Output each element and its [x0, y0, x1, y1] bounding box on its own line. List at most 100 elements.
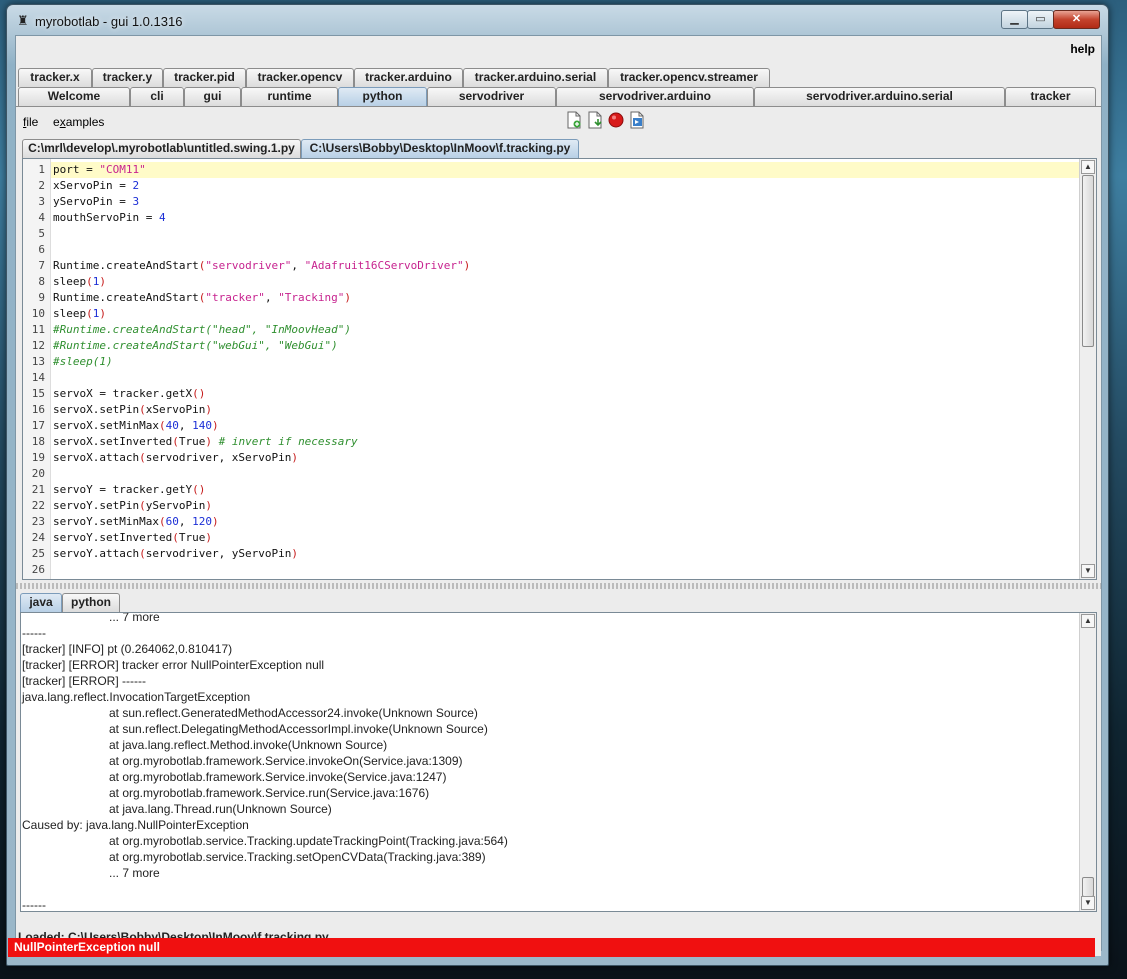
code-line: servoX.setPin(xServoPin)	[53, 403, 212, 416]
stop-icon[interactable]	[608, 111, 624, 129]
line-number: 13	[31, 355, 45, 368]
tab-tracker-opencv-streamer[interactable]: tracker.opencv.streamer	[608, 68, 770, 87]
tab-servodriver[interactable]: servodriver	[427, 87, 556, 106]
line-number: 25	[31, 547, 45, 560]
tab-java-output[interactable]: java	[20, 593, 62, 612]
line-number: 19	[31, 451, 45, 464]
code-editor[interactable]: 1 2 3 4 5 6 7 8 9 10 11 12 13 14 15 16 17 18 19 20 21 22 23 24 2…	[22, 158, 1097, 580]
file-menu[interactable]: file	[23, 115, 38, 129]
line-number: 12	[31, 339, 45, 352]
line-number: 16	[31, 403, 45, 416]
line-number: 2	[38, 179, 45, 192]
tab-tracker-opencv[interactable]: tracker.opencv	[246, 68, 354, 87]
current-line-highlight	[51, 162, 1081, 178]
tab-tracker-arduino-serial[interactable]: tracker.arduino.serial	[463, 68, 608, 87]
menu-bar: help	[16, 36, 1101, 60]
minimize-button[interactable]: ▁	[1001, 10, 1028, 29]
split-pane-divider[interactable]	[16, 583, 1101, 589]
line-number: 26	[31, 563, 45, 576]
console-line: at org.myrobotlab.framework.Service.run(…	[109, 786, 430, 800]
output-tabs: java python	[20, 593, 1100, 613]
tab-servodriver-arduino-serial[interactable]: servodriver.arduino.serial	[754, 87, 1005, 106]
tab-tracker[interactable]: tracker	[1005, 87, 1096, 106]
console-line: ... 7 more	[109, 612, 160, 624]
console-scroll-up-arrow-icon[interactable]: ▲	[1081, 614, 1095, 628]
line-number: 3	[38, 195, 45, 208]
code-line: servoX.attach(servodriver, xServoPin)	[53, 451, 299, 464]
editor-scrollbar[interactable]: ▲ ▼	[1079, 159, 1096, 579]
code-line: servoY.attach(servodriver, yServoPin)	[53, 547, 299, 560]
line-number-gutter: 1 2 3 4 5 6 7 8 9 10 11 12 13 14 15 16 17 18 19 20 21 22 23 24 2…	[23, 159, 51, 579]
console-scroll-down-arrow-icon[interactable]: ▼	[1081, 896, 1095, 910]
title-bar[interactable]: ♜ myrobotlab - gui 1.0.1316 ▁ ▭ ✕	[7, 5, 1108, 35]
code-line: mouthServoPin = 4	[53, 211, 166, 224]
tab-tracker-x[interactable]: tracker.x	[18, 68, 92, 87]
tab-tracker-pid[interactable]: tracker.pid	[163, 68, 246, 87]
line-number: 15	[31, 387, 45, 400]
line-number: 22	[31, 499, 45, 512]
tab-welcome[interactable]: Welcome	[18, 87, 130, 106]
open-file-icon[interactable]	[587, 111, 603, 129]
output-console[interactable]: ... 7 more ------ [tracker] [INFO] pt (0.2…	[20, 612, 1097, 912]
code-line: #Runtime.createAndStart("webGui", "WebGu…	[53, 339, 338, 352]
line-number: 7	[38, 259, 45, 272]
close-button[interactable]: ✕	[1053, 10, 1100, 29]
console-line: at sun.reflect.DelegatingMethodAccessorI…	[109, 722, 488, 736]
console-line: at org.myrobotlab.service.Tracking.setOp…	[109, 850, 486, 864]
tab-runtime[interactable]: runtime	[241, 87, 338, 106]
tab-python-output[interactable]: python	[62, 593, 120, 612]
code-line: servoY.setMinMax(60, 120)	[53, 515, 219, 528]
code-line: #Runtime.createAndStart("head", "InMoovH…	[53, 323, 352, 336]
app-icon: ♜	[17, 13, 29, 28]
line-number: 17	[31, 419, 45, 432]
console-line: ... 7 more	[109, 866, 160, 880]
service-tabs-row-1: tracker.x tracker.y tracker.pid tracker.…	[18, 68, 1098, 87]
console-line: at java.lang.Thread.run(Unknown Source)	[109, 802, 332, 816]
maximize-button[interactable]: ▭	[1027, 10, 1054, 29]
line-number: 24	[31, 531, 45, 544]
editor-scroll-thumb[interactable]	[1082, 175, 1094, 347]
code-line: servoY = tracker.getY()	[53, 483, 206, 496]
help-menu[interactable]: help	[1070, 42, 1095, 56]
tab-python[interactable]: python	[338, 87, 427, 106]
tab-f-tracking-file[interactable]: C:\Users\Bobby\Desktop\InMoov\f.tracking…	[301, 139, 579, 158]
console-line: java.lang.reflect.InvocationTargetExcept…	[22, 690, 251, 704]
console-scrollbar[interactable]: ▲ ▼	[1079, 613, 1096, 911]
console-line: [tracker] [INFO] pt (0.264062,0.810417)	[22, 642, 233, 656]
console-line: Caused by: java.lang.NullPointerExceptio…	[22, 818, 249, 832]
code-line: sleep(1)	[53, 307, 106, 320]
file-tabs: C:\mrl\develop\.myrobotlab\untitled.swin…	[22, 139, 1102, 159]
python-panel: file examples C:\mrl\develop\.myrobotlab…	[16, 106, 1101, 956]
console-line: at java.lang.reflect.Method.invoke(Unkno…	[109, 738, 388, 752]
scroll-up-arrow-icon[interactable]: ▲	[1081, 160, 1095, 174]
code-line: servoY.setPin(yServoPin)	[53, 499, 212, 512]
tab-cli[interactable]: cli	[130, 87, 184, 106]
code-line: Runtime.createAndStart("servodriver", "A…	[53, 259, 471, 272]
line-number: 8	[38, 275, 45, 288]
tab-untitled-swing-file[interactable]: C:\mrl\develop\.myrobotlab\untitled.swin…	[22, 139, 301, 158]
console-line: at sun.reflect.GeneratedMethodAccessor24…	[109, 706, 478, 720]
tab-tracker-y[interactable]: tracker.y	[92, 68, 163, 87]
tab-tracker-arduino[interactable]: tracker.arduino	[354, 68, 463, 87]
code-line: #sleep(1)	[53, 355, 113, 368]
line-number: 1	[38, 163, 45, 176]
service-tabs-row-2: Welcome cli gui runtime python servodriv…	[18, 87, 1098, 106]
line-number: 11	[31, 323, 45, 336]
line-number: 20	[31, 467, 45, 480]
line-number: 6	[38, 243, 45, 256]
app-window: ♜ myrobotlab - gui 1.0.1316 ▁ ▭ ✕ help t…	[6, 4, 1109, 966]
scroll-down-arrow-icon[interactable]: ▼	[1081, 564, 1095, 578]
client-area: help tracker.x tracker.y tracker.pid tra…	[15, 35, 1102, 956]
code-line: xServoPin = 2	[53, 179, 140, 192]
console-scroll-thumb[interactable]	[1082, 877, 1094, 897]
code-line: yServoPin = 3	[53, 195, 140, 208]
tab-gui[interactable]: gui	[184, 87, 241, 106]
console-line: [tracker] [ERROR] ------	[22, 674, 146, 688]
examples-menu[interactable]: examples	[53, 115, 104, 129]
tab-servodriver-arduino[interactable]: servodriver.arduino	[556, 87, 754, 106]
console-line: at org.myrobotlab.framework.Service.invo…	[109, 754, 463, 768]
code-line: servoX.setInverted(True) # invert if nec…	[53, 435, 358, 448]
execute-icon[interactable]	[629, 111, 645, 129]
new-file-icon[interactable]	[566, 111, 582, 129]
line-number: 23	[31, 515, 45, 528]
